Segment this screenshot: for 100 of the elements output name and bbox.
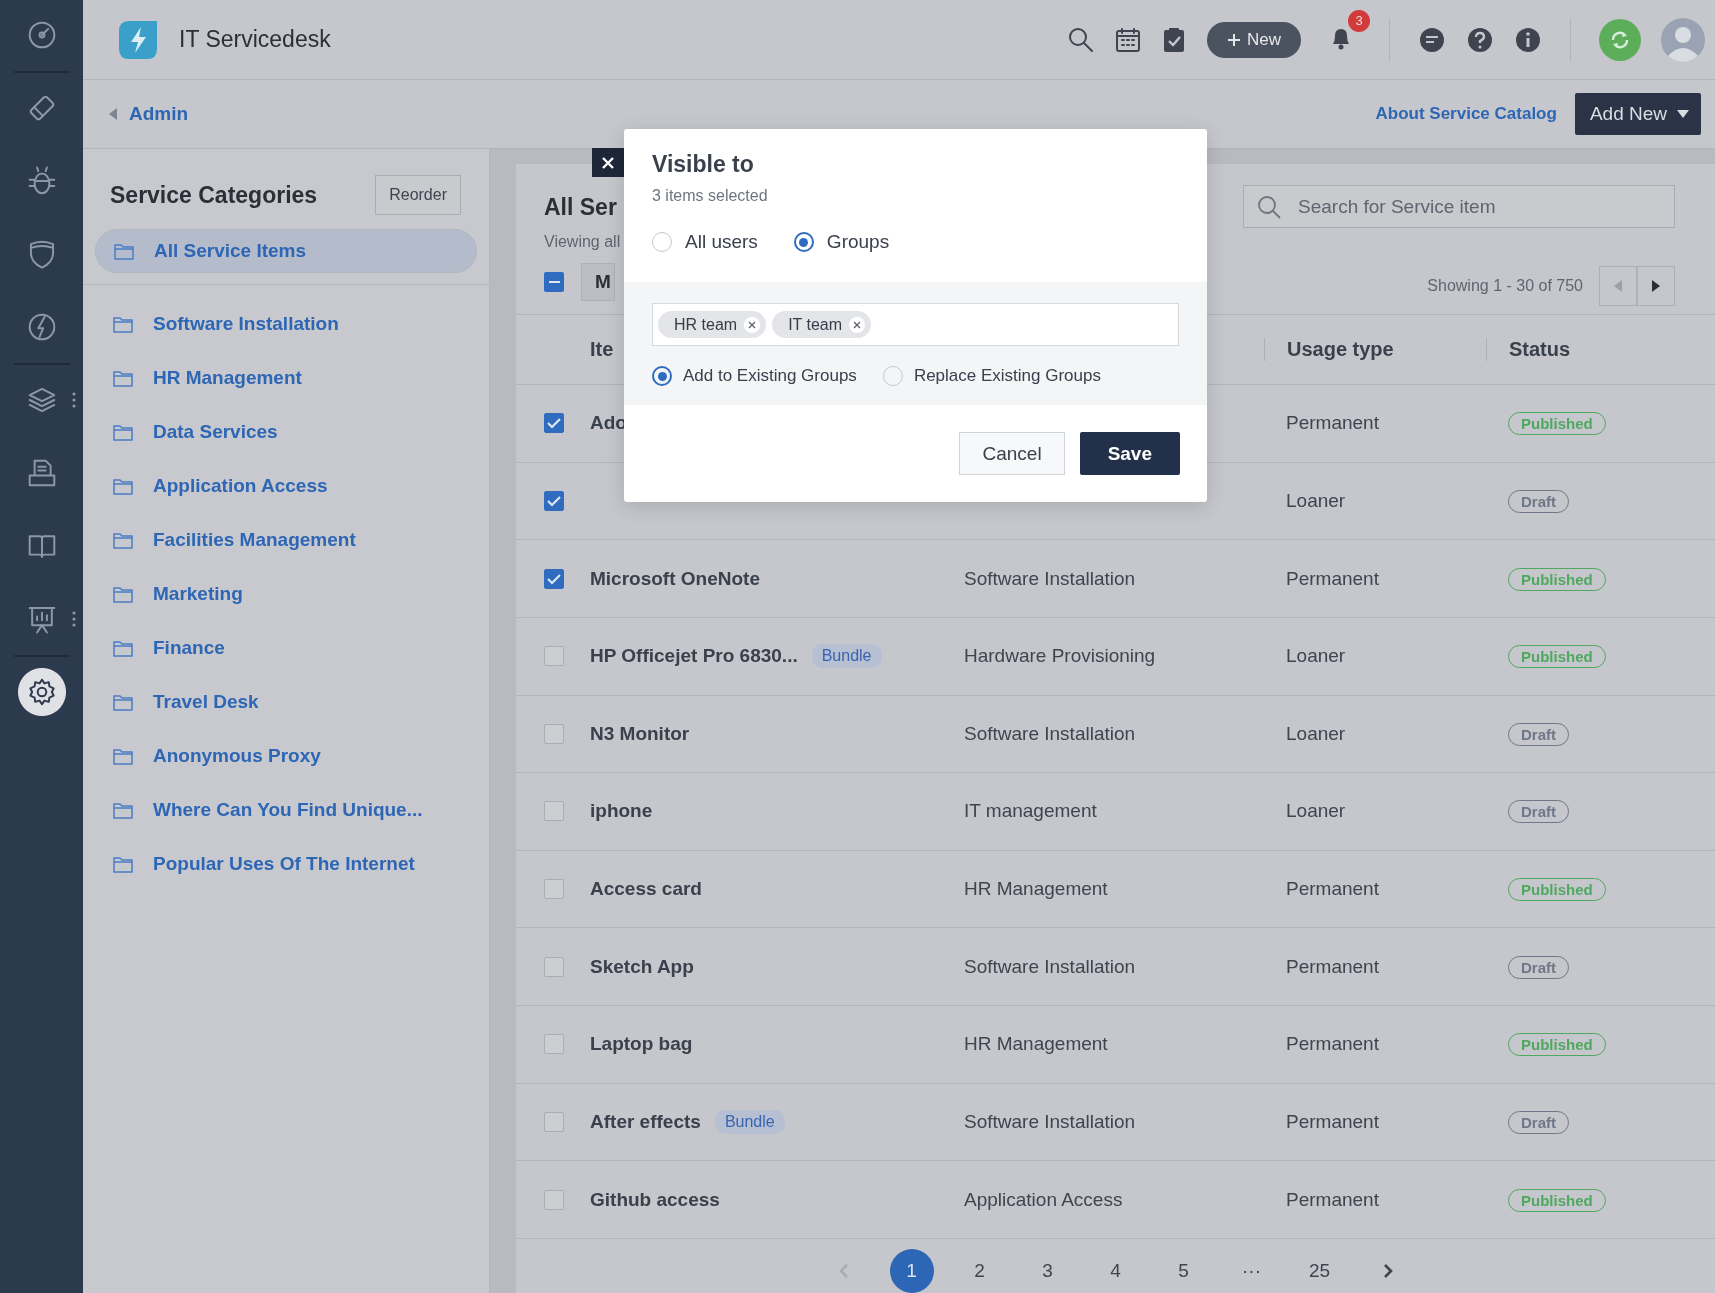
remove-button[interactable] bbox=[744, 316, 761, 333]
radio-option[interactable]: All users bbox=[652, 231, 758, 253]
panel-title: Service Categories bbox=[110, 181, 318, 209]
save-button[interactable]: Save bbox=[1079, 432, 1180, 475]
item-name[interactable]: Sketch App bbox=[590, 955, 694, 978]
caret-left-icon bbox=[1614, 280, 1622, 292]
sync-button[interactable] bbox=[1599, 18, 1641, 61]
item-name[interactable]: iphone bbox=[590, 800, 653, 823]
table-cell: Permanent bbox=[1286, 1033, 1379, 1055]
clipboard-check-icon[interactable] bbox=[1161, 25, 1187, 54]
radio-option[interactable]: Add to Existing Groups bbox=[652, 366, 857, 386]
item-name[interactable]: N3 Monitor bbox=[590, 722, 690, 745]
table-cell: HR Management bbox=[964, 1033, 1108, 1055]
search-icon bbox=[1257, 195, 1281, 219]
next-button[interactable] bbox=[1637, 266, 1675, 306]
table-cell: Hardware Provisioning bbox=[964, 645, 1156, 667]
add-new-button[interactable]: Add New bbox=[1574, 93, 1701, 135]
table-cell: IT management bbox=[964, 800, 1097, 822]
category-item[interactable]: Where Can You Find Unique... bbox=[83, 783, 489, 837]
chat-icon[interactable] bbox=[1418, 25, 1446, 54]
item-name[interactable]: Microsoft OneNote bbox=[590, 567, 760, 590]
more-icon bbox=[71, 610, 76, 628]
dialog-title: Visible to bbox=[652, 151, 755, 178]
remove-button[interactable] bbox=[849, 316, 866, 333]
row-checkbox[interactable] bbox=[544, 490, 564, 511]
page-link[interactable]: 25 bbox=[1297, 1249, 1342, 1293]
table-cell: Permanent bbox=[1286, 1111, 1379, 1133]
category-item[interactable]: Application Access bbox=[83, 459, 489, 513]
page-link[interactable]: ··· bbox=[1229, 1249, 1274, 1293]
row-checkbox[interactable] bbox=[544, 1034, 564, 1055]
row-checkbox[interactable] bbox=[544, 1112, 564, 1133]
close-icon bbox=[853, 320, 862, 329]
catalog-link[interactable]: About Service Catalog bbox=[1375, 104, 1557, 124]
reorder-button[interactable]: Reorder bbox=[375, 175, 461, 215]
folder-icon bbox=[113, 747, 133, 765]
new-button[interactable]: New bbox=[1207, 21, 1301, 58]
caret-left-icon bbox=[109, 108, 117, 120]
row-checkbox[interactable] bbox=[544, 801, 564, 822]
page-subtitle: Viewing all bbox=[544, 233, 621, 251]
info-icon[interactable] bbox=[1514, 25, 1542, 54]
category-item[interactable]: Software Installation bbox=[83, 297, 489, 351]
search-icon[interactable] bbox=[1067, 25, 1095, 54]
table-cell: Permanent bbox=[1286, 412, 1379, 434]
plus-icon bbox=[1227, 32, 1241, 47]
row-checkbox[interactable] bbox=[544, 723, 564, 744]
category-item[interactable]: HR Management bbox=[83, 351, 489, 405]
row-checkbox[interactable] bbox=[544, 1189, 564, 1210]
select-all-checkbox[interactable] bbox=[544, 272, 564, 292]
category-item[interactable]: Facilities Management bbox=[83, 513, 489, 567]
item-name[interactable]: HP Officejet Pro 6830... bbox=[590, 645, 798, 668]
page-link[interactable]: 5 bbox=[1161, 1249, 1206, 1293]
folder-icon bbox=[113, 531, 133, 549]
table-cell: Loaner bbox=[1286, 489, 1346, 511]
group-tag: HR team bbox=[658, 311, 767, 338]
folder-icon bbox=[113, 693, 133, 711]
check-icon bbox=[547, 494, 561, 507]
result-count: Showing 1 - 30 of 750 bbox=[1427, 277, 1583, 295]
back-link[interactable]: Admin bbox=[109, 103, 1376, 125]
group-field[interactable]: HR team IT team bbox=[652, 303, 1179, 346]
item-name[interactable]: After effects bbox=[590, 1111, 701, 1134]
folder-icon bbox=[113, 855, 133, 873]
row-checkbox[interactable] bbox=[544, 879, 564, 900]
bulk-action-dropdown[interactable]: M bbox=[581, 263, 615, 301]
search-field[interactable]: Search for Service item bbox=[1243, 185, 1675, 228]
notification-badge: 3 bbox=[1348, 9, 1370, 32]
radio-option[interactable]: Replace Existing Groups bbox=[882, 366, 1101, 386]
category-item[interactable]: Anonymous Proxy bbox=[83, 729, 489, 783]
row-checkbox[interactable] bbox=[544, 956, 564, 977]
category-item[interactable]: Data Services bbox=[83, 405, 489, 459]
category-item[interactable]: Marketing bbox=[83, 567, 489, 621]
table-cell: Application Access bbox=[964, 1188, 1123, 1210]
category-item[interactable]: Finance bbox=[83, 621, 489, 675]
close-button[interactable] bbox=[592, 148, 624, 177]
table-cell: Loaner bbox=[1286, 645, 1346, 667]
row-checkbox[interactable] bbox=[544, 413, 564, 434]
table-cell: Software Installation bbox=[964, 1111, 1136, 1133]
chevron-right-icon[interactable] bbox=[1382, 1263, 1393, 1279]
bundle-tag: Bundle bbox=[714, 1110, 785, 1135]
table-cell: Permanent bbox=[1286, 878, 1379, 900]
item-name[interactable]: Laptop bag bbox=[590, 1033, 693, 1056]
folder-icon bbox=[114, 242, 134, 260]
page-link[interactable]: 1 bbox=[889, 1249, 934, 1293]
page-link[interactable]: 3 bbox=[1025, 1249, 1070, 1293]
page-link[interactable]: 2 bbox=[957, 1249, 1002, 1293]
bundle-tag: Bundle bbox=[811, 644, 882, 669]
help-icon[interactable] bbox=[1466, 25, 1494, 54]
app-title: IT Servicedesk bbox=[179, 26, 332, 53]
item-name[interactable]: Access card bbox=[590, 878, 702, 901]
table-cell: Loaner bbox=[1286, 800, 1346, 822]
category-item[interactable]: Popular Uses Of The Internet bbox=[83, 837, 489, 891]
item-name[interactable]: Github access bbox=[590, 1188, 720, 1211]
caret-right-icon bbox=[1652, 280, 1660, 292]
calendar-icon[interactable] bbox=[1115, 26, 1141, 53]
folder-icon bbox=[113, 801, 133, 819]
row-checkbox[interactable] bbox=[544, 646, 564, 667]
category-item[interactable]: Travel Desk bbox=[83, 675, 489, 729]
cancel-button[interactable]: Cancel bbox=[959, 432, 1065, 475]
row-checkbox[interactable] bbox=[544, 568, 564, 589]
page-link[interactable]: 4 bbox=[1093, 1249, 1138, 1293]
radio-option[interactable]: Groups bbox=[793, 231, 890, 253]
